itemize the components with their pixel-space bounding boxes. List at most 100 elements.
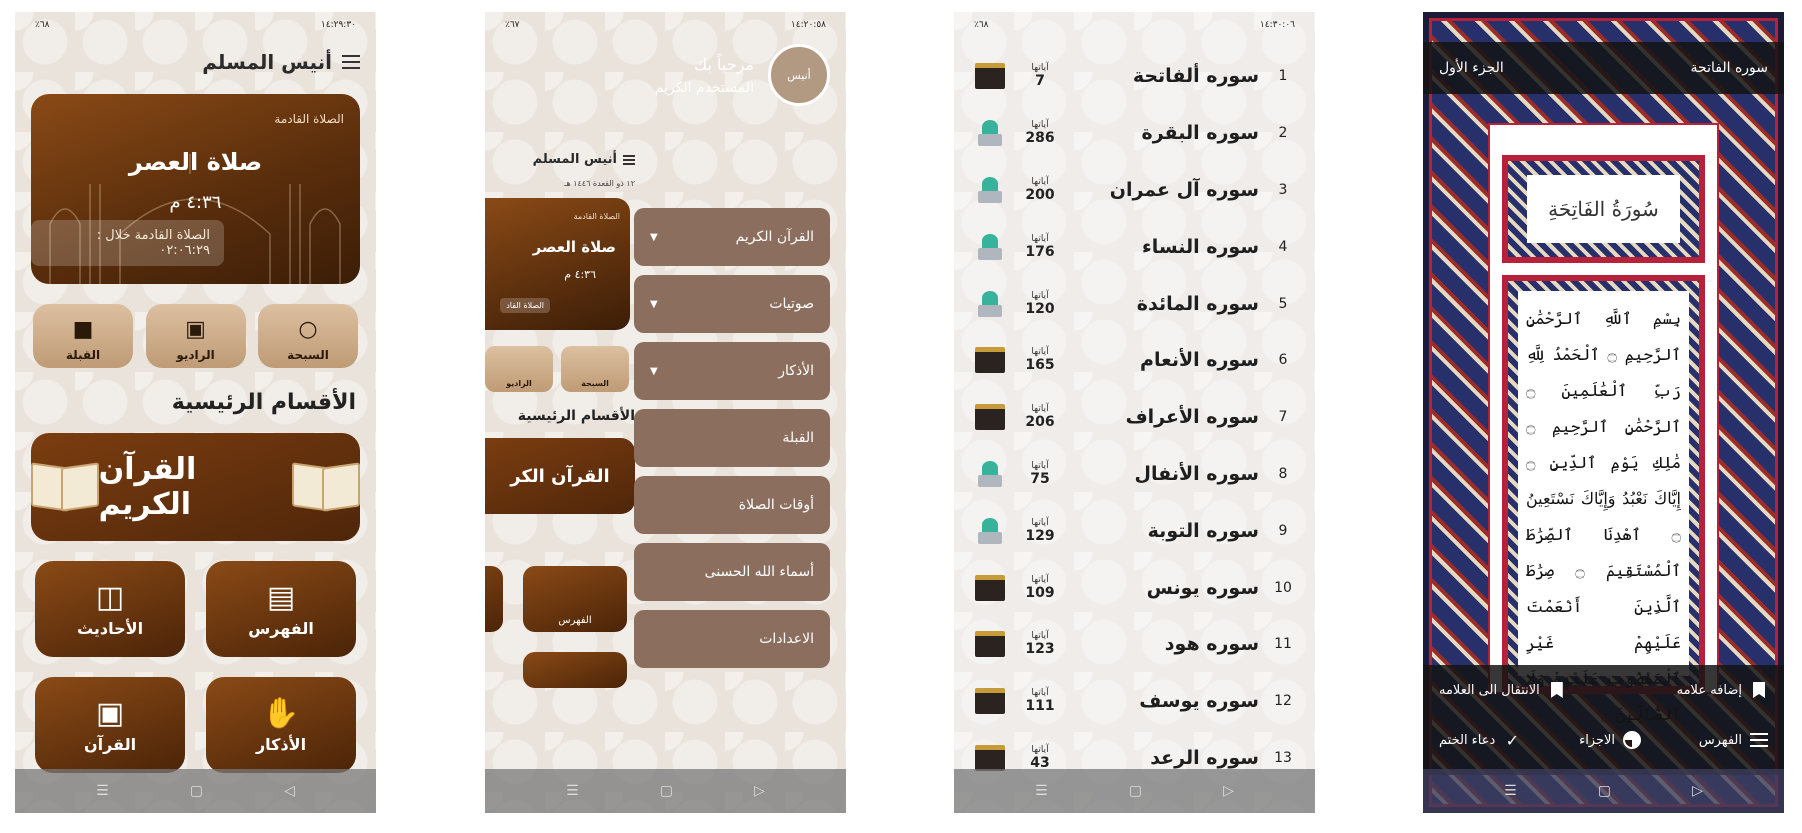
menu-item-audio[interactable]: صوتيات ▼ <box>634 275 830 333</box>
surah-row[interactable]: 12 سوره يوسف آياتها 111 <box>954 673 1315 730</box>
next-prayer-card[interactable]: الصلاة القادمة صلاة العصر ٤:٣٦ م الصلاة … <box>31 94 360 284</box>
back-icon[interactable]: ▷ <box>1223 783 1234 799</box>
surah-row[interactable]: 8 سوره الأنفال آياتها 75 <box>954 446 1315 503</box>
index-tile[interactable]: ▤ الفهرس <box>206 561 356 657</box>
surah-row[interactable]: 2 سوره البقرة آياتها 286 <box>954 105 1315 162</box>
back-icon[interactable]: ▷ <box>1692 783 1703 799</box>
verses-text: بِسْمِ ٱللَّهِ ٱلرَّحْمَٰنِ ٱلرَّحِيمِ ۝… <box>1518 291 1689 724</box>
battery-percent: ٪٦٨ <box>35 20 50 30</box>
surah-name: سوره المائدة <box>1136 292 1259 315</box>
status-bar: ٪٦٨ ١٤:٢٩:٣٠ <box>15 12 376 38</box>
recent-apps-icon[interactable]: ☰ <box>96 783 109 799</box>
revelation-place <box>970 63 1010 90</box>
tasbih-button[interactable]: ○ السبحة <box>258 304 358 368</box>
menu-item-label: أوقات الصلاة <box>738 497 814 513</box>
parts-button[interactable]: الاجزاء <box>1579 731 1642 749</box>
ayat-label: آياتها <box>1031 688 1049 699</box>
surah-row[interactable]: 5 سوره المائدة آياتها 120 <box>954 275 1315 332</box>
radio-icon: ▣ <box>185 316 206 342</box>
reader-bottom-bar: إضافه علامه الانتقال الى العلامه الفهرس … <box>1423 665 1784 775</box>
ayat-number: 75 <box>1030 470 1050 487</box>
surah-row[interactable]: 4 سوره النساء آياتها 176 <box>954 218 1315 275</box>
surah-row[interactable]: 7 سوره الأعراف آياتها 206 <box>954 389 1315 446</box>
back-icon[interactable]: ▷ <box>754 783 765 799</box>
surah-number: 13 <box>1274 749 1292 766</box>
go-to-bookmark-button[interactable]: الانتقال الى العلامه <box>1439 681 1566 699</box>
index-button[interactable]: الفهرس <box>1699 731 1768 749</box>
battery-percent: ٪٦٨ <box>974 20 989 30</box>
index-label: الفهرس <box>1698 732 1742 748</box>
radio-label: الراديو <box>176 348 215 362</box>
back-icon[interactable]: ◁ <box>284 783 295 799</box>
menu-item-quran[interactable]: القرآن الكريم ▼ <box>634 208 830 266</box>
menu-item-settings[interactable]: الاعدادات <box>634 610 830 668</box>
revelation-place <box>970 233 1010 260</box>
ayat-label: آياتها <box>1031 233 1049 244</box>
surah-name: سوره البقرة <box>1141 122 1259 145</box>
radio-button[interactable]: ▣ الراديو <box>145 304 246 368</box>
revelation-place <box>970 347 1010 374</box>
mushaf-page[interactable]: سُورَةُ الفَاتِحَةِ بِسْمِ ٱللَّهِ ٱلرَّ… <box>1488 123 1719 724</box>
add-bookmark-label: إضافه علامه <box>1676 682 1742 698</box>
bookmark-go-icon <box>1548 681 1566 699</box>
recent-apps-icon[interactable]: ☰ <box>1035 783 1048 799</box>
add-bookmark-button[interactable]: إضافه علامه <box>1677 681 1768 699</box>
home-icon[interactable]: ▢ <box>1129 783 1142 799</box>
recent-apps-icon[interactable]: ☰ <box>566 783 579 799</box>
audio-tile[interactable]: ▣ القرآن <box>35 677 185 773</box>
radio-icon: ▣ <box>95 696 125 731</box>
surah-row[interactable]: 6 سوره الأنعام آياتها 165 <box>954 332 1315 389</box>
prayer-time: ٤:٣٦ م <box>169 192 222 213</box>
go-to-bookmark-label: الانتقال الى العلامه <box>1439 682 1540 698</box>
system-nav-bar: ☰ ▢ ◁ <box>15 769 376 813</box>
ayat-label: آياتها <box>1031 404 1049 415</box>
battery-percent: ٪٦٧ <box>505 20 520 30</box>
hadith-tile[interactable]: ◫ الأحاديث <box>35 561 185 657</box>
surah-number: 3 <box>1278 181 1288 198</box>
surah-name: سوره الأنعام <box>1140 349 1259 372</box>
recent-apps-icon[interactable]: ☰ <box>1504 783 1517 799</box>
surah-number: 11 <box>1274 636 1292 653</box>
surah-name: سوره آل عمران <box>1109 178 1259 201</box>
menu-item-label: القرآن الكريم <box>735 229 814 245</box>
section-tiles-row2: ✋ الأذكار ▣ القرآن <box>15 677 376 773</box>
menu-item-prayer-times[interactable]: أوقات الصلاة <box>634 476 830 534</box>
clock: ١٤:٢٠:٥٨ <box>790 20 826 30</box>
ayat-label: آياتها <box>1031 176 1049 187</box>
menu-icon[interactable] <box>342 55 360 69</box>
menu-item-label: الاعدادات <box>759 631 814 647</box>
azkar-tile[interactable]: ✋ الأذكار <box>206 677 356 773</box>
revelation-place <box>970 517 1010 544</box>
home-icon[interactable]: ▢ <box>660 783 673 799</box>
surah-row[interactable]: 10 سوره يونس آياتها 109 <box>954 559 1315 616</box>
system-nav-bar: ☰ ▢ ▷ <box>1423 769 1784 813</box>
check-icon: ✓ <box>1505 730 1520 750</box>
menu-item-azkar[interactable]: الأذكار ▼ <box>634 342 830 400</box>
surah-number: 5 <box>1278 295 1288 312</box>
section-tiles: ▤ الفهرس ◫ الأحاديث <box>15 561 376 657</box>
menu-item-qibla[interactable]: القبلة <box>634 409 830 467</box>
kaaba-icon <box>975 404 1005 431</box>
ayat-number: 206 <box>1025 414 1055 431</box>
ayat-label: آياتها <box>1031 744 1049 755</box>
surah-row[interactable]: 3 سوره آل عمران آياتها 200 <box>954 162 1315 219</box>
audio-label: القرآن <box>83 735 137 754</box>
surah-number: 12 <box>1274 693 1292 710</box>
surah-row[interactable]: 9 سوره التوبة آياتها 129 <box>954 502 1315 559</box>
dua-button[interactable]: ✓ دعاء الختم <box>1439 730 1521 750</box>
open-book-icon <box>31 457 99 517</box>
menu-item-names-of-allah[interactable]: أسماء الله الحسنى <box>634 543 830 601</box>
home-icon[interactable]: ▢ <box>1598 783 1611 799</box>
surah-row[interactable]: 11 سوره هود آياتها 123 <box>954 616 1315 673</box>
quran-banner[interactable]: القرآن الكريم <box>31 433 360 541</box>
user-name: المستخدم الكريم <box>654 79 754 96</box>
surah-name: سوره الأنفال <box>1134 462 1259 485</box>
qibla-button[interactable]: ■ القبلة <box>33 304 133 368</box>
azkar-label: الأذكار <box>255 735 307 754</box>
notebook-icon: ▤ <box>266 580 296 615</box>
revelation-place <box>970 404 1010 431</box>
home-icon[interactable]: ▢ <box>190 783 203 799</box>
verses-box: بِسْمِ ٱللَّهِ ٱلرَّحْمَٰنِ ٱلرَّحِيمِ ۝… <box>1502 275 1705 724</box>
surah-row[interactable]: 1 سوره ألفاتحة آياتها 7 <box>954 48 1315 105</box>
ayat-number: 111 <box>1025 698 1055 715</box>
